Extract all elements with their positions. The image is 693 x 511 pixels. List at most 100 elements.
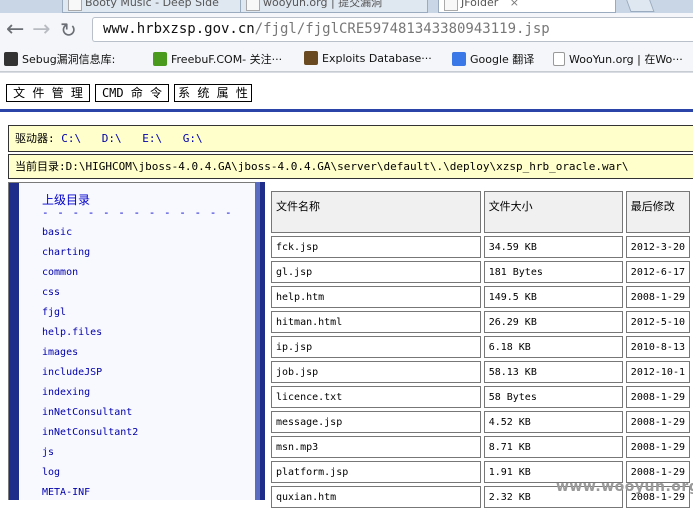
sebug-icon [4,52,18,66]
file-size-cell: 6.18 KB [483,336,623,358]
file-name-cell[interactable]: licence.txt [271,386,481,408]
directory-item[interactable]: indexing [42,387,138,407]
bookmark-label: Exploits Database··· [322,52,432,65]
exploitdb-icon [304,51,318,65]
file-size-cell: 34.59 KB [483,236,623,258]
directory-item[interactable]: META-INF [42,487,138,507]
drive-g-link[interactable]: G:\ [183,132,203,145]
bookmark-label: WooYun.org | 在Wo··· [569,53,683,66]
directory-item[interactable]: css [42,287,138,307]
table-row: job.jsp 58.13 KB 2012-10-1 [271,361,690,383]
file-modified-cell: 2012-6-17 [625,261,690,283]
directory-item[interactable]: log [42,467,138,487]
file-name-cell[interactable]: job.jsp [271,361,481,383]
page-icon [553,52,565,66]
table-row: licence.txt 58 Bytes 2008-1-29 [271,386,690,408]
system-properties-button[interactable]: 系 统 属 性 [174,84,252,102]
page-icon [68,0,82,11]
divider [0,72,693,73]
column-header-modified: 最后修改 [625,191,690,233]
directory-item[interactable]: common [42,267,138,287]
bookmark-label: Sebug漏洞信息库: [22,53,116,66]
file-name-cell[interactable]: help.htm [271,286,481,308]
column-header-size: 文件大小 [483,191,623,233]
file-modified-cell: 2008-1-29 [625,286,690,308]
google-translate-icon [452,52,466,66]
drive-e-link[interactable]: E:\ [142,132,162,145]
file-name-cell[interactable]: hitman.html [271,311,481,333]
table-row: hitman.html 26.29 KB 2012-5-10 [271,311,690,333]
file-modified-cell: 2012-5-10 [625,311,690,333]
url-host: www.hrbxzsp.gov.cn [103,21,255,37]
bookmark-freebuf[interactable]: FreebuF.COM- 关注··· [153,51,282,67]
back-icon[interactable]: ← [6,19,24,41]
directory-item[interactable]: includeJSP [42,367,138,387]
file-modified-cell: 2010-8-13 [625,336,690,358]
bookmark-label: Google 翻译 [470,53,535,66]
browser-toolbar: ← → ↻ www.hrbxzsp.gov.cn/fjgl/fjglCRE597… [0,13,693,48]
file-modified-cell: 2012-10-1 [625,361,690,383]
bookmark-sebug[interactable]: Sebug漏洞信息库: [4,51,115,67]
file-name-cell[interactable]: message.jsp [271,411,481,433]
file-size-cell: 58 Bytes [483,386,623,408]
tab-booty-music[interactable]: Booty Music - Deep Side [62,0,242,13]
separator-dashes: - - - - - - - - - - - - - [42,206,233,219]
file-name-cell[interactable]: msn.mp3 [271,436,481,458]
file-modified-cell: 2008-1-29 [625,411,690,433]
panel-divider [260,182,265,500]
reload-icon[interactable]: ↻ [60,19,77,41]
file-manager-button[interactable]: 文 件 管 理 [6,84,90,102]
close-tab-icon[interactable]: × [510,0,519,9]
new-tab-button[interactable] [625,0,655,12]
directory-list: basic charting common css fjgl help.file… [42,227,138,507]
forward-icon[interactable]: → [32,19,50,41]
directory-item[interactable]: fjgl [42,307,138,327]
page-icon [246,0,260,11]
table-row: help.htm 149.5 KB 2008-1-29 [271,286,690,308]
cmd-button[interactable]: CMD 命 令 [95,84,169,102]
table-row: fck.jsp 34.59 KB 2012-3-20 [271,236,690,258]
directory-item[interactable]: help.files [42,327,138,347]
table-header-row: 文件名称 文件大小 最后修改 [271,191,690,233]
tab-title: wooyun.org | 提交漏洞 [263,0,383,9]
drive-d-link[interactable]: D:\ [102,132,122,145]
bookmark-google-translate[interactable]: Google 翻译 [452,51,534,67]
file-name-cell[interactable]: gl.jsp [271,261,481,283]
directory-item[interactable]: inNetConsultant [42,407,138,427]
directory-item[interactable]: inNetConsultant2 [42,427,138,447]
directory-item[interactable]: charting [42,247,138,267]
tab-jfolder[interactable]: JFolder × [438,0,616,13]
drives-label: 驱动器: [15,132,55,145]
bookmarks-bar: Sebug漏洞信息库: FreebuF.COM- 关注··· Exploits … [0,47,693,72]
bookmark-wooyun[interactable]: WooYun.org | 在Wo··· [553,51,683,67]
file-table: 文件名称 文件大小 最后修改 fck.jsp 34.59 KB 2012-3-20 g… [268,188,693,511]
directory-item[interactable]: basic [42,227,138,247]
drive-c-link[interactable]: C:\ [61,132,81,145]
url-text: www.hrbxzsp.gov.cn/fjgl/fjglCRE597481343… [103,21,550,37]
file-name-cell[interactable]: fck.jsp [271,236,481,258]
page-icon [444,0,458,11]
file-name-cell[interactable]: quxian.htm [271,486,481,508]
tab-strip: Booty Music - Deep Side wooyun.org | 提交漏… [0,0,693,13]
table-row: message.jsp 4.52 KB 2008-1-29 [271,411,690,433]
file-size-cell: 26.29 KB [483,311,623,333]
file-size-cell: 149.5 KB [483,286,623,308]
column-header-name: 文件名称 [271,191,481,233]
file-name-cell[interactable]: ip.jsp [271,336,481,358]
address-bar[interactable]: www.hrbxzsp.gov.cn/fjgl/fjglCRE597481343… [92,17,693,42]
file-name-cell[interactable]: platform.jsp [271,461,481,483]
file-size-cell: 8.71 KB [483,436,623,458]
tab-title: JFolder [461,0,499,9]
panel-border [9,183,19,500]
file-size-cell: 4.52 KB [483,411,623,433]
bookmark-exploitdb[interactable]: Exploits Database··· [304,51,432,65]
current-directory: 当前目录:D:\HIGHCOM\jboss-4.0.4.GA\jboss-4.0… [8,154,693,179]
file-modified-cell: 2012-3-20 [625,236,690,258]
url-path: /fjgl/fjglCRE597481343380943119.jsp [254,21,550,37]
file-size-cell: 58.13 KB [483,361,623,383]
drives-bar: 驱动器: C:\ D:\ E:\ G:\ [8,125,693,152]
table-row: ip.jsp 6.18 KB 2010-8-13 [271,336,690,358]
directory-item[interactable]: js [42,447,138,467]
directory-item[interactable]: images [42,347,138,367]
tab-wooyun[interactable]: wooyun.org | 提交漏洞 [240,0,428,13]
